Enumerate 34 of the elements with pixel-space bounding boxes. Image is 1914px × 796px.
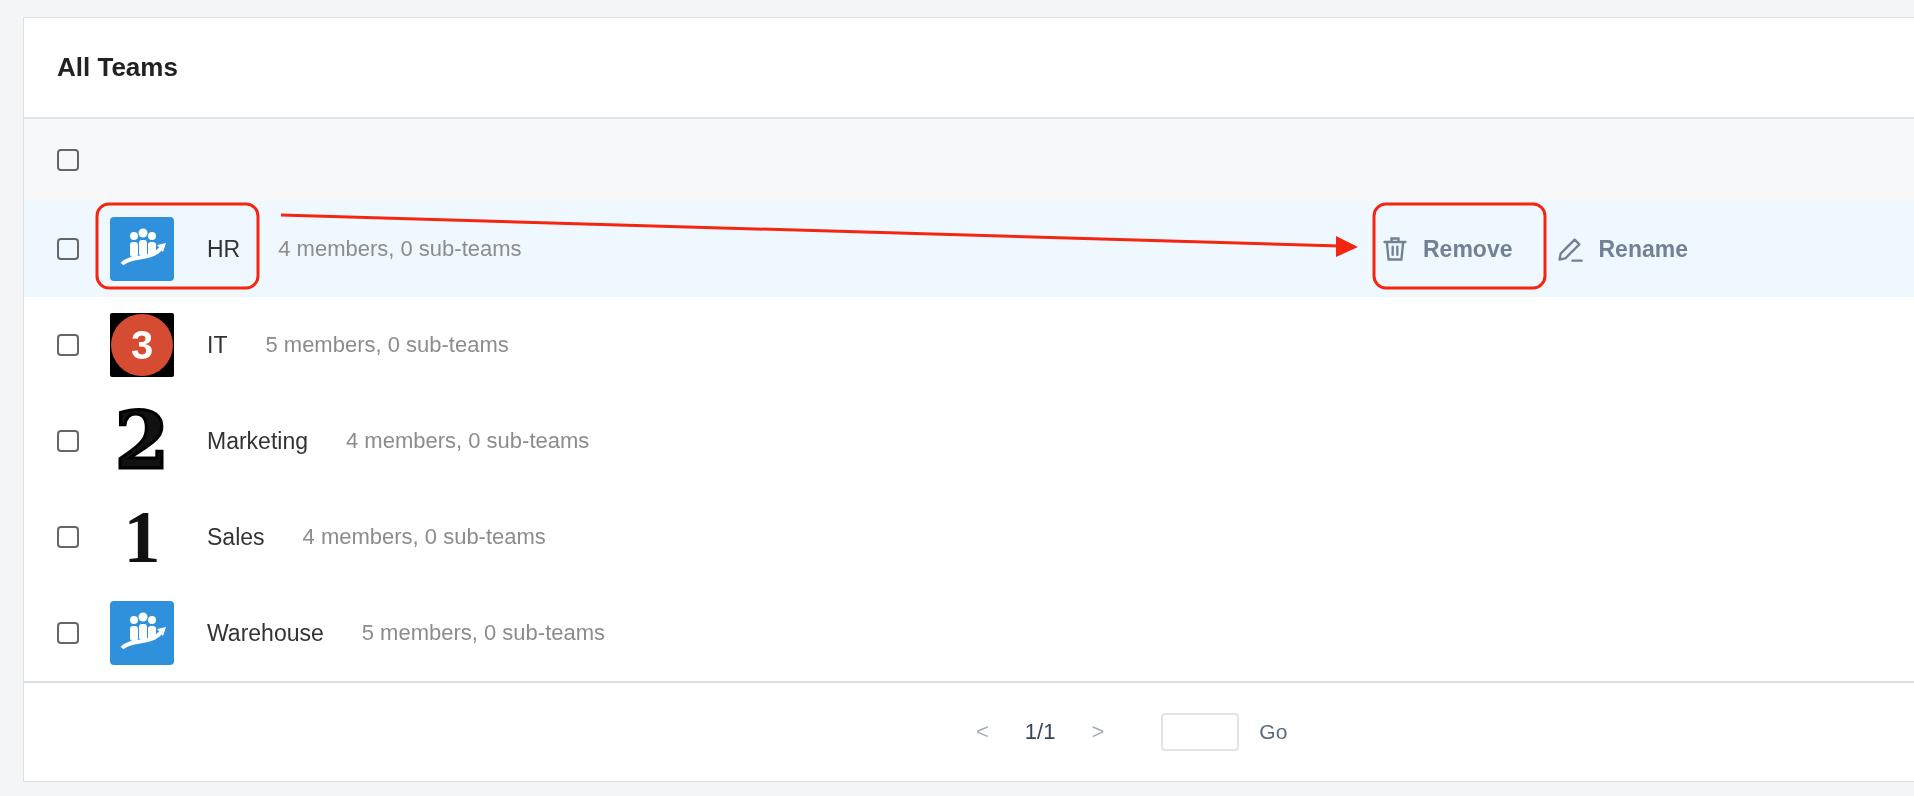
team-name[interactable]: IT — [207, 331, 228, 359]
team-row[interactable]: 2 Marketing 4 members, 0 sub-teams — [24, 393, 1914, 489]
team-checkbox[interactable] — [57, 622, 79, 644]
trash-icon — [1381, 235, 1409, 263]
team-checkbox[interactable] — [57, 526, 79, 548]
team-name[interactable]: HR — [207, 235, 241, 263]
team-row[interactable]: HR 4 members, 0 sub-teams Remove Rename — [24, 201, 1914, 297]
team-logo-icon — [110, 601, 174, 665]
team-checkbox[interactable] — [57, 238, 79, 260]
team-row[interactable]: 3 IT 5 members, 0 sub-teams — [24, 297, 1914, 393]
team-summary: 4 members, 0 sub-teams — [346, 428, 590, 454]
team-summary: 5 members, 0 sub-teams — [265, 332, 509, 358]
remove-button[interactable]: Remove — [1381, 235, 1513, 263]
team-name[interactable]: Warehouse — [207, 619, 324, 647]
team-name[interactable]: Marketing — [207, 427, 308, 455]
page-indicator: 1/1 — [1024, 719, 1056, 745]
panel-title: All Teams — [57, 52, 178, 83]
team-checkbox[interactable] — [57, 334, 79, 356]
team-checkbox[interactable] — [57, 430, 79, 452]
team-row[interactable]: Warehouse 5 members, 0 sub-teams — [24, 585, 1914, 681]
team-summary: 4 members, 0 sub-teams — [302, 524, 546, 550]
page-input-field[interactable] — [1161, 713, 1240, 751]
team-avatar: 3 — [110, 313, 174, 377]
rename-button[interactable]: Rename — [1556, 235, 1688, 263]
team-row[interactable]: 1 Sales 4 members, 0 sub-teams — [24, 489, 1914, 585]
team-avatar: 2 — [113, 409, 171, 473]
team-summary: 5 members, 0 sub-teams — [361, 620, 606, 646]
team-summary: 4 members, 0 sub-teams — [278, 236, 522, 262]
go-button[interactable]: Go — [1259, 720, 1288, 744]
team-logo-icon — [110, 217, 174, 281]
team-name[interactable]: Sales — [207, 523, 265, 551]
select-all-checkbox[interactable] — [57, 149, 79, 171]
pencil-icon — [1556, 235, 1585, 263]
team-avatar: 1 — [122, 505, 162, 569]
